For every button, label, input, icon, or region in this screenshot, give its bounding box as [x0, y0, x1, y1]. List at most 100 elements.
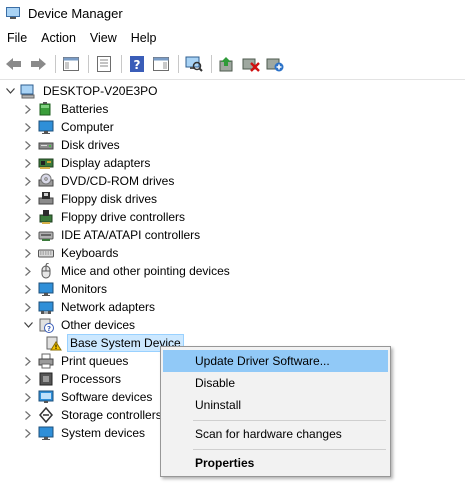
tree-item-label: System devices [61, 426, 146, 440]
tree-item-label: Monitors [61, 282, 108, 296]
help-icon[interactable]: ? [126, 53, 148, 75]
floppy-controller-icon [38, 209, 54, 225]
back-icon[interactable] [3, 53, 25, 75]
tree-item-label: Print queues [61, 354, 129, 368]
tree-item-storage-controllers[interactable]: Storage controllers [22, 406, 164, 424]
tree-item-mice[interactable]: Mice and other pointing devices [22, 262, 232, 280]
menu-item-scan-hardware[interactable]: Scan for hardware changes [163, 423, 388, 445]
tree-item-software-devices[interactable]: Software devices [22, 388, 154, 406]
chevron-right-icon[interactable] [22, 424, 34, 442]
tree-item-batteries[interactable]: Batteries [22, 100, 110, 118]
menu-item-disable[interactable]: Disable [163, 372, 388, 394]
chevron-right-icon[interactable] [22, 190, 34, 208]
tree-item-label: Batteries [61, 102, 109, 116]
scan-hardware-icon[interactable] [183, 53, 205, 75]
chevron-right-icon[interactable] [22, 172, 34, 190]
chevron-right-icon[interactable] [22, 118, 34, 136]
tree-item-dvd-drives[interactable]: DVD/CD-ROM drives [22, 172, 176, 190]
tree-item-label: Keyboards [61, 246, 119, 260]
tree-item-network-adapters[interactable]: Network adapters [22, 298, 157, 316]
tree-item-label: Processors [61, 372, 122, 386]
svg-text:?: ? [47, 325, 51, 333]
network-adapter-icon [38, 299, 54, 315]
menu-separator [193, 449, 386, 450]
toolbar-divider [0, 79, 465, 80]
chevron-right-icon[interactable] [22, 136, 34, 154]
chevron-right-icon[interactable] [22, 352, 34, 370]
chevron-right-icon[interactable] [22, 388, 34, 406]
chevron-right-icon[interactable] [22, 406, 34, 424]
chevron-right-icon[interactable] [22, 262, 34, 280]
toolbar: ? [0, 50, 465, 78]
chevron-down-icon[interactable] [22, 316, 34, 334]
update-driver-icon[interactable] [216, 53, 238, 75]
toolbar-separator [178, 55, 179, 73]
menu-separator [193, 420, 386, 421]
menu-bar: File Action View Help [0, 28, 164, 48]
tree-item-other-devices[interactable]: ? Other devices [22, 316, 137, 334]
ide-controller-icon [38, 227, 54, 243]
chevron-right-icon[interactable] [22, 208, 34, 226]
chevron-right-icon[interactable] [22, 244, 34, 262]
tree-item-label: Disk drives [61, 138, 120, 152]
menu-action[interactable]: Action [34, 28, 83, 48]
disk-drive-icon [38, 137, 54, 153]
system-device-icon [38, 425, 54, 441]
chevron-right-icon[interactable] [22, 100, 34, 118]
monitor-icon [38, 281, 54, 297]
menu-view[interactable]: View [83, 28, 124, 48]
menu-help[interactable]: Help [124, 28, 164, 48]
svg-text:?: ? [134, 58, 141, 72]
software-device-icon [38, 389, 54, 405]
tree-item-keyboards[interactable]: Keyboards [22, 244, 120, 262]
floppy-drive-icon [38, 191, 54, 207]
toolbar-separator [55, 55, 56, 73]
tree-item-system-devices[interactable]: System devices [22, 424, 147, 442]
forward-icon[interactable] [27, 53, 49, 75]
tree-item-label: IDE ATA/ATAPI controllers [61, 228, 201, 242]
tree-item-monitors[interactable]: Monitors [22, 280, 109, 298]
computer-root-icon [20, 83, 36, 99]
chevron-right-icon[interactable] [22, 280, 34, 298]
window-title: Device Manager [28, 5, 123, 21]
tree-item-label: Display adapters [61, 156, 151, 170]
show-hide-console-tree-icon[interactable] [60, 53, 82, 75]
tree-item-print-queues[interactable]: Print queues [22, 352, 130, 370]
tree-item-ide-controllers[interactable]: IDE ATA/ATAPI controllers [22, 226, 202, 244]
tree-item-processors[interactable]: Processors [22, 370, 123, 388]
tree-item-label: Floppy drive controllers [61, 210, 186, 224]
toolbar-separator [88, 55, 89, 73]
tree-root[interactable]: DESKTOP-V20E3PO [4, 82, 160, 100]
tree-item-floppy-controllers[interactable]: Floppy drive controllers [22, 208, 187, 226]
tree-item-label: Mice and other pointing devices [61, 264, 230, 278]
chevron-right-icon[interactable] [22, 298, 34, 316]
properties-icon[interactable] [93, 53, 115, 75]
battery-icon [38, 101, 54, 117]
printer-icon [38, 353, 54, 369]
keyboard-icon [38, 245, 54, 261]
tree-item-disk-drives[interactable]: Disk drives [22, 136, 122, 154]
menu-item-update-driver[interactable]: Update Driver Software... [163, 350, 388, 372]
menu-item-properties[interactable]: Properties [163, 452, 388, 474]
chevron-right-icon[interactable] [22, 154, 34, 172]
chevron-down-icon[interactable] [4, 82, 16, 100]
chevron-right-icon[interactable] [22, 370, 34, 388]
menu-file[interactable]: File [0, 28, 34, 48]
tree-item-floppy-disk-drives[interactable]: Floppy disk drives [22, 190, 159, 208]
other-devices-icon: ? [38, 317, 54, 333]
tree-item-label: Storage controllers [61, 408, 162, 422]
display-adapter-icon [38, 155, 54, 171]
show-action-pane-icon[interactable] [150, 53, 172, 75]
tree-item-display-adapters[interactable]: Display adapters [22, 154, 152, 172]
chevron-right-icon[interactable] [22, 226, 34, 244]
dvd-drive-icon [38, 173, 54, 189]
computer-icon [38, 119, 54, 135]
toolbar-separator [121, 55, 122, 73]
uninstall-device-icon[interactable] [240, 53, 262, 75]
menu-item-uninstall[interactable]: Uninstall [163, 394, 388, 416]
warning-device-icon [46, 335, 62, 351]
context-menu: Update Driver Software... Disable Uninst… [160, 346, 391, 477]
mouse-icon [38, 262, 54, 279]
add-legacy-hardware-icon[interactable] [264, 53, 286, 75]
tree-item-computer[interactable]: Computer [22, 118, 116, 136]
